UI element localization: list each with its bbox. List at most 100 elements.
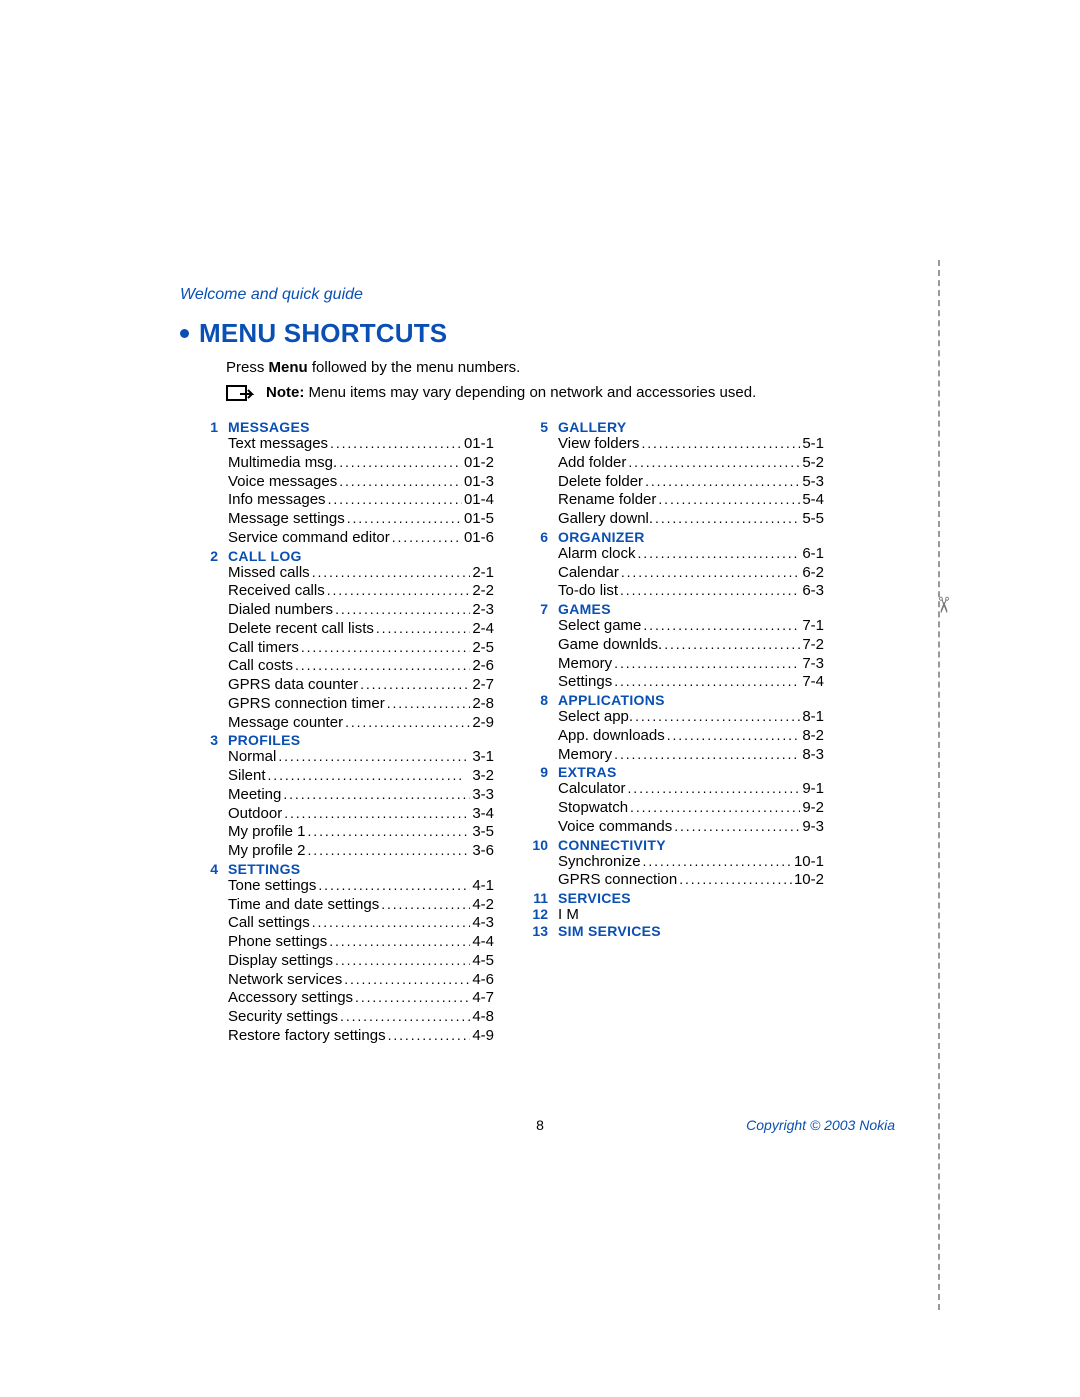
toc-item-page: 5-3 — [802, 473, 824, 492]
toc-items: Text messages01-1Multimedia msg.01-2Voic… — [228, 435, 494, 548]
toc-leader-dots — [340, 1008, 470, 1027]
toc-item-label: Time and date settings — [228, 896, 379, 915]
toc-item: GPRS connection 10-2 — [558, 871, 824, 890]
toc-section-header: 6ORGANIZER — [514, 529, 824, 545]
toc-leader-dots — [283, 786, 470, 805]
toc-item: To-do list6-3 — [558, 582, 824, 601]
toc-item-page: 2-7 — [472, 676, 494, 695]
toc-item: Select game7-1 — [558, 617, 824, 636]
toc-section-number: 2 — [184, 548, 228, 564]
toc-item: My profile 23-6 — [228, 842, 494, 861]
toc-section-number: 13 — [514, 923, 558, 939]
toc-section-header: 4SETTINGS — [184, 861, 494, 877]
toc-item: Security settings4-8 — [228, 1008, 494, 1027]
toc-item-label: Multimedia msg. — [228, 454, 337, 473]
toc-section-title: MESSAGES — [228, 419, 310, 435]
toc-item: Memory8-3 — [558, 746, 824, 765]
toc-item-label: Received calls — [228, 582, 325, 601]
toc-item-label: Rename folder — [558, 491, 656, 510]
toc-item: Info messages01-4 — [228, 491, 494, 510]
toc-leader-dots — [345, 714, 470, 733]
toc-item: Settings7-4 — [558, 673, 824, 692]
toc-column-left: 1MESSAGESText messages01-1Multimedia msg… — [184, 419, 494, 1046]
toc-section-title: GALLERY — [558, 419, 626, 435]
toc-section-header: 13SIM SERVICES — [514, 923, 824, 939]
toc-item-label: Calendar — [558, 564, 619, 583]
toc-item-label: Select app. — [558, 708, 633, 727]
toc-item-label: Voice messages — [228, 473, 337, 492]
toc-item-label: GPRS connection timer — [228, 695, 385, 714]
toc-item: Calendar6-2 — [558, 564, 824, 583]
copyright-text: Copyright © 2003 Nokia — [746, 1117, 895, 1133]
toc-item-page: 7-2 — [802, 636, 824, 655]
toc-item-page: 6-1 — [802, 545, 824, 564]
bullet-icon — [180, 329, 189, 338]
toc-leader-dots — [614, 673, 800, 692]
scissors-icon: ✂ — [930, 596, 956, 614]
toc-item: Text messages01-1 — [228, 435, 494, 454]
toc-item: Calculator9-1 — [558, 780, 824, 799]
toc-item-page: 4-1 — [472, 877, 494, 896]
toc-leader-dots — [620, 582, 800, 601]
toc-item: Call timers2-5 — [228, 639, 494, 658]
toc-leader-dots — [284, 805, 470, 824]
toc-item-page: 01-6 — [464, 529, 494, 548]
toc-item-label: Service command editor — [228, 529, 390, 548]
toc-items: Calculator9-1Stopwatch9-2Voice commands9… — [558, 780, 824, 836]
toc-item: Alarm clock6-1 — [558, 545, 824, 564]
toc-item: Silent3-2 — [228, 767, 494, 786]
toc-item-page: 01-5 — [464, 510, 494, 529]
toc-item: Select app. 8-1 — [558, 708, 824, 727]
toc-items: Tone settings 4-1 Time and date settings 4-… — [228, 877, 494, 1046]
toc-leader-dots — [376, 620, 470, 639]
section-header-label: Welcome and quick guide — [180, 286, 940, 304]
toc-item-label: Tone settings — [228, 877, 316, 896]
toc-items: Alarm clock6-1Calendar6-2To-do list6-3 — [558, 545, 824, 601]
toc-leader-dots — [638, 545, 801, 564]
toc-item: GPRS connection timer 2-8 — [228, 695, 494, 714]
toc-leader-dots — [655, 510, 800, 529]
toc-item-label: Message counter — [228, 714, 343, 733]
toc-section-number: 4 — [184, 861, 228, 877]
toc-item: GPRS data counter2-7 — [228, 676, 494, 695]
toc-item-label: Outdoor — [228, 805, 282, 824]
toc-item-label: View folders — [558, 435, 639, 454]
toc-item-page: 01-3 — [464, 473, 494, 492]
toc-item-page: 2-8 — [472, 695, 494, 714]
toc-leader-dots — [335, 601, 470, 620]
toc-leader-dots — [312, 914, 471, 933]
toc-leader-dots — [643, 617, 800, 636]
toc-item-page: 4-9 — [472, 1027, 494, 1046]
toc-item-page: 2-6 — [472, 657, 494, 676]
note-row: Note: Menu items may vary depending on n… — [226, 384, 940, 405]
toc-item: Game downlds.7-2 — [558, 636, 824, 655]
toc-item: Add folder5-2 — [558, 454, 824, 473]
toc-item-page: 8-2 — [802, 727, 824, 746]
toc-leader-dots — [381, 896, 470, 915]
toc-section-number: 1 — [184, 419, 228, 435]
toc-item-label: Display settings — [228, 952, 333, 971]
toc-section-title: SETTINGS — [228, 861, 300, 877]
page-title-text: MENU SHORTCUTS — [199, 318, 447, 348]
toc-leader-dots — [635, 708, 800, 727]
toc-leader-dots — [344, 971, 470, 990]
toc-item: Gallery downl.5-5 — [558, 510, 824, 529]
toc-item-page: 4-8 — [472, 1008, 494, 1027]
toc-item-page: 8-3 — [802, 746, 824, 765]
toc-item-label: Voice commands — [558, 818, 672, 837]
toc-item-label: Call settings — [228, 914, 310, 933]
toc-section-header: 3PROFILES — [184, 732, 494, 748]
toc-item-label: Dialed numbers — [228, 601, 333, 620]
toc-item-page: 8-1 — [802, 708, 824, 727]
toc-item: Display settings4-5 — [228, 952, 494, 971]
toc-item-page: 10-1 — [794, 853, 824, 872]
toc-item: Accessory settings4-7 — [228, 989, 494, 1008]
toc-item: Synchronize10-1 — [558, 853, 824, 872]
toc-leader-dots — [392, 529, 462, 548]
toc-item: Stopwatch9-2 — [558, 799, 824, 818]
toc-item-page: 10-2 — [794, 871, 824, 890]
toc-item-label: Add folder — [558, 454, 626, 473]
toc-item-label: Phone settings — [228, 933, 327, 952]
toc-item-label: GPRS connection — [558, 871, 677, 890]
toc-section-header: 5GALLERY — [514, 419, 824, 435]
